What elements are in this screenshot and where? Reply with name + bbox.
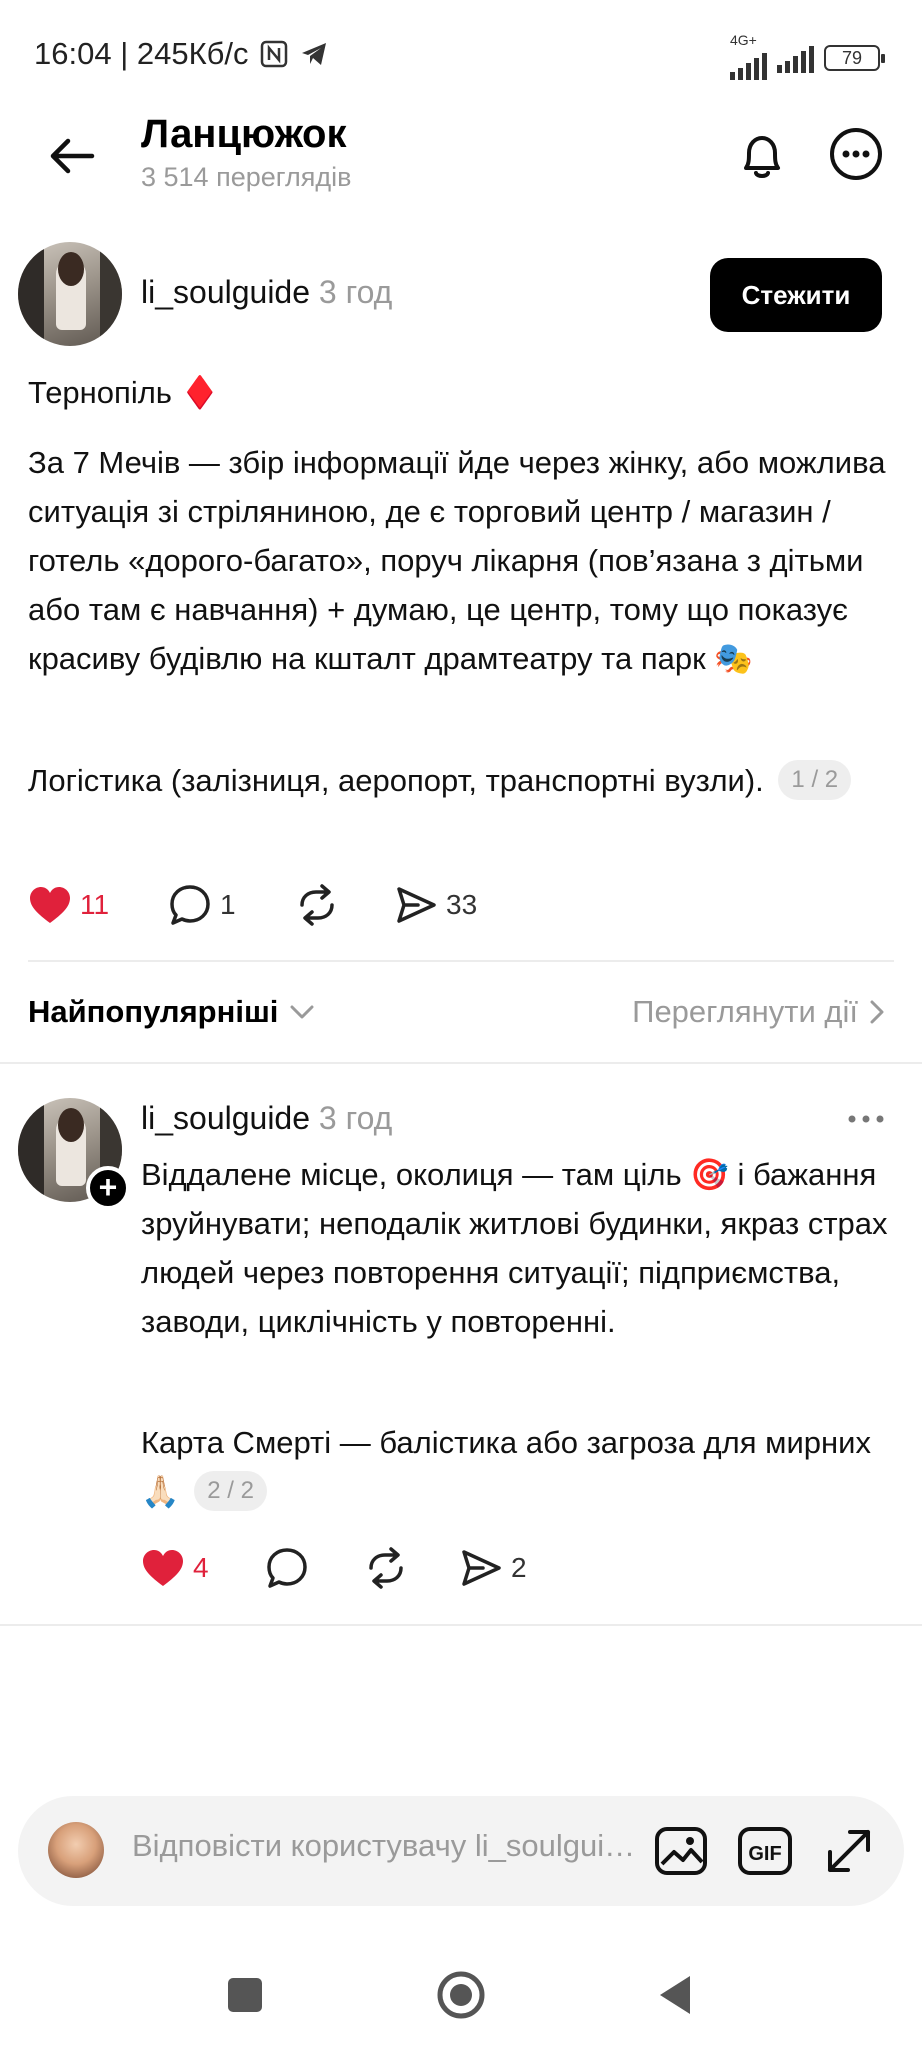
- comment-time: 3 год: [318, 1100, 393, 1136]
- divider: [0, 1624, 922, 1626]
- network-type: 4G+: [730, 32, 757, 48]
- thread-header: Ланцюжок 3 514 переглядів: [0, 110, 922, 230]
- repost-icon: [369, 1547, 403, 1589]
- view-count: 3 514 переглядів: [141, 162, 352, 192]
- gif-icon[interactable]: GIF: [734, 1820, 796, 1882]
- nfc-icon: [260, 40, 287, 68]
- home-icon[interactable]: [436, 1970, 486, 2020]
- comment-paragraph-1: Віддалене місце, околиця — там ціль 🎯 і …: [141, 1157, 888, 1339]
- comment-repost-button[interactable]: [363, 1546, 459, 1590]
- heart-icon: [143, 1550, 183, 1586]
- sort-dropdown[interactable]: Найпопулярніші: [28, 994, 316, 1030]
- view-activity-link[interactable]: Переглянути дії: [632, 994, 886, 1030]
- activity-link-label: Переглянути дії: [632, 994, 858, 1029]
- signal-icon-1: 4G+: [730, 32, 767, 80]
- more-options-icon[interactable]: [826, 124, 886, 184]
- repost-icon: [300, 884, 334, 926]
- system-nav-bar: [0, 1940, 922, 2048]
- expand-icon[interactable]: [818, 1820, 880, 1882]
- image-attach-icon[interactable]: [650, 1820, 712, 1882]
- heart-icon: [30, 887, 70, 923]
- follow-button[interactable]: Стежити: [710, 258, 882, 332]
- page-badge: 2 / 2: [194, 1471, 267, 1511]
- sort-label: Найпопулярніші: [28, 994, 279, 1029]
- reply-composer[interactable]: Відповісти користувачу li_soulguide... G…: [18, 1796, 904, 1906]
- chevron-down-icon: [290, 1005, 314, 1019]
- status-time-speed: 16:04 | 245Кб/с: [34, 36, 249, 71]
- battery-level: 79: [841, 47, 863, 68]
- recent-apps-icon[interactable]: [220, 1970, 270, 2020]
- comment-author[interactable]: li_soulguide 3 год: [141, 1100, 392, 1137]
- comment-paragraph-2: Карта Смерті — балістика або загроза для…: [141, 1418, 889, 1516]
- like-count: 11: [80, 889, 110, 920]
- post-username[interactable]: li_soulguide: [141, 274, 310, 310]
- follow-plus-icon[interactable]: +: [86, 1166, 130, 1210]
- share-count: 33: [446, 889, 478, 920]
- bell-icon[interactable]: [732, 126, 792, 186]
- comment-username[interactable]: li_soulguide: [141, 1100, 310, 1136]
- post-actions: 11 1 33: [28, 880, 514, 930]
- author-avatar[interactable]: [18, 242, 122, 346]
- back-arrow-icon[interactable]: [44, 128, 100, 184]
- comment-like-count: 4: [193, 1552, 209, 1583]
- post-paragraph-3: Логістика (залізниця, аеропорт, транспор…: [28, 756, 888, 805]
- reply-input[interactable]: Відповісти користувачу li_soulguide...: [132, 1828, 652, 1864]
- like-button[interactable]: 11: [28, 885, 168, 925]
- status-right: 4G+ 79: [730, 32, 885, 80]
- page-badge: 1 / 2: [778, 760, 852, 800]
- post-paragraph-3-text: Логістика (залізниця, аеропорт, транспор…: [28, 763, 764, 798]
- comment-icon: [267, 1548, 307, 1588]
- battery-icon: 79: [824, 45, 885, 71]
- divider: [0, 1062, 922, 1064]
- send-icon: [397, 887, 436, 923]
- status-bar: 16:04 | 245Кб/с 4G+ 79: [0, 0, 922, 110]
- back-nav-icon[interactable]: [652, 1970, 702, 2020]
- comment-reply-button[interactable]: [265, 1546, 363, 1590]
- comment-share-count: 2: [511, 1552, 527, 1583]
- status-left: 16:04 | 245Кб/с: [34, 36, 329, 72]
- telegram-icon: [301, 43, 326, 65]
- comment-more-icon[interactable]: [846, 1110, 886, 1128]
- comment-share-button[interactable]: 2: [459, 1546, 559, 1590]
- share-button[interactable]: 33: [394, 883, 514, 927]
- comment-actions: 4 2: [141, 1543, 559, 1593]
- page-title: Ланцюжок: [141, 112, 347, 156]
- post-time: 3 год: [318, 274, 393, 310]
- post-author[interactable]: li_soulguide 3 год: [141, 274, 392, 311]
- post-paragraph-2: За 7 Мечів — збір інформації йде через ж…: [28, 445, 886, 676]
- chevron-right-icon: [870, 1000, 884, 1024]
- my-avatar: [48, 1822, 104, 1878]
- signal-icon-2: [777, 43, 814, 73]
- comment-button[interactable]: 1: [168, 883, 294, 927]
- comment-icon: [170, 885, 210, 925]
- comment-like-button[interactable]: 4: [141, 1548, 265, 1588]
- repost-button[interactable]: [294, 883, 394, 927]
- comment-count: 1: [220, 889, 236, 920]
- post-paragraph-1: Тернопіль ♦️: [28, 375, 220, 410]
- send-icon: [462, 1550, 501, 1586]
- divider: [28, 960, 894, 962]
- svg-text:GIF: GIF: [748, 1843, 781, 1865]
- sort-bar: Найпопулярніші Переглянути дії: [0, 982, 922, 1046]
